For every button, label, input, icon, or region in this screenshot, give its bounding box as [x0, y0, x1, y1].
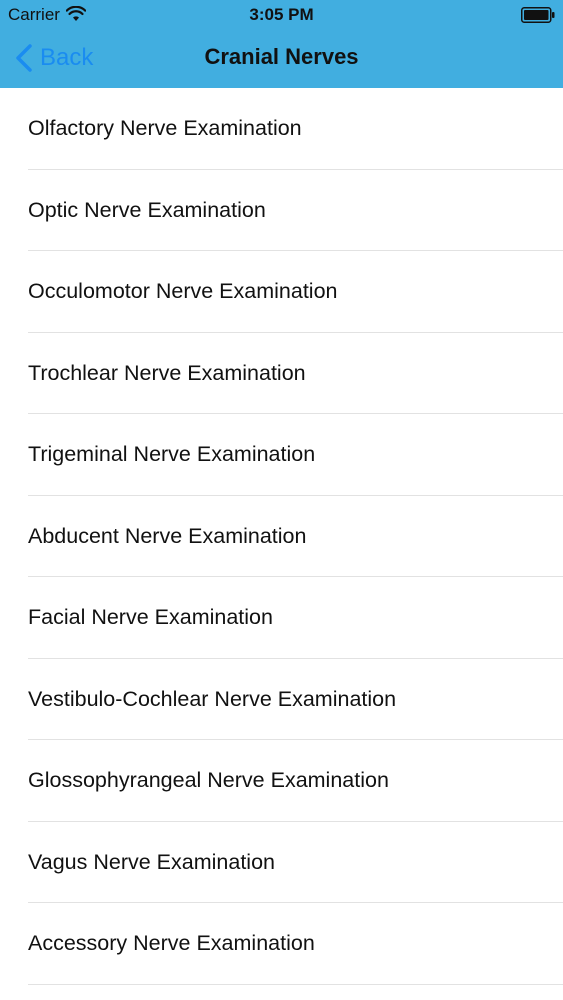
list-item[interactable]: Vestibulo-Cochlear Nerve Examination: [0, 659, 563, 741]
battery-icon: [521, 7, 555, 23]
list-item[interactable]: Vagus Nerve Examination: [0, 822, 563, 904]
list-item[interactable]: Facial Nerve Examination: [0, 577, 563, 659]
list-item[interactable]: Abducent Nerve Examination: [0, 496, 563, 578]
page-title: Cranial Nerves: [204, 44, 359, 69]
list-item[interactable]: Trochlear Nerve Examination: [0, 333, 563, 415]
list-item[interactable]: Glossophyrangeal Nerve Examination: [0, 740, 563, 822]
navigation-bar: Back Cranial Nerves: [0, 30, 563, 86]
header: Carrier 3:05 PM Back Cranial Nerves: [0, 0, 563, 88]
status-time: 3:05 PM: [249, 5, 314, 24]
list-item[interactable]: Trigeminal Nerve Examination: [0, 414, 563, 496]
list-item[interactable]: Olfactory Nerve Examination: [0, 88, 563, 170]
status-bar: Carrier 3:05 PM: [0, 0, 563, 30]
list-item[interactable]: Accessory Nerve Examination: [0, 903, 563, 985]
list-item[interactable]: Optic Nerve Examination: [0, 170, 563, 252]
list-item[interactable]: Occulomotor Nerve Examination: [0, 251, 563, 333]
nerve-list: Olfactory Nerve Examination Optic Nerve …: [0, 88, 563, 985]
